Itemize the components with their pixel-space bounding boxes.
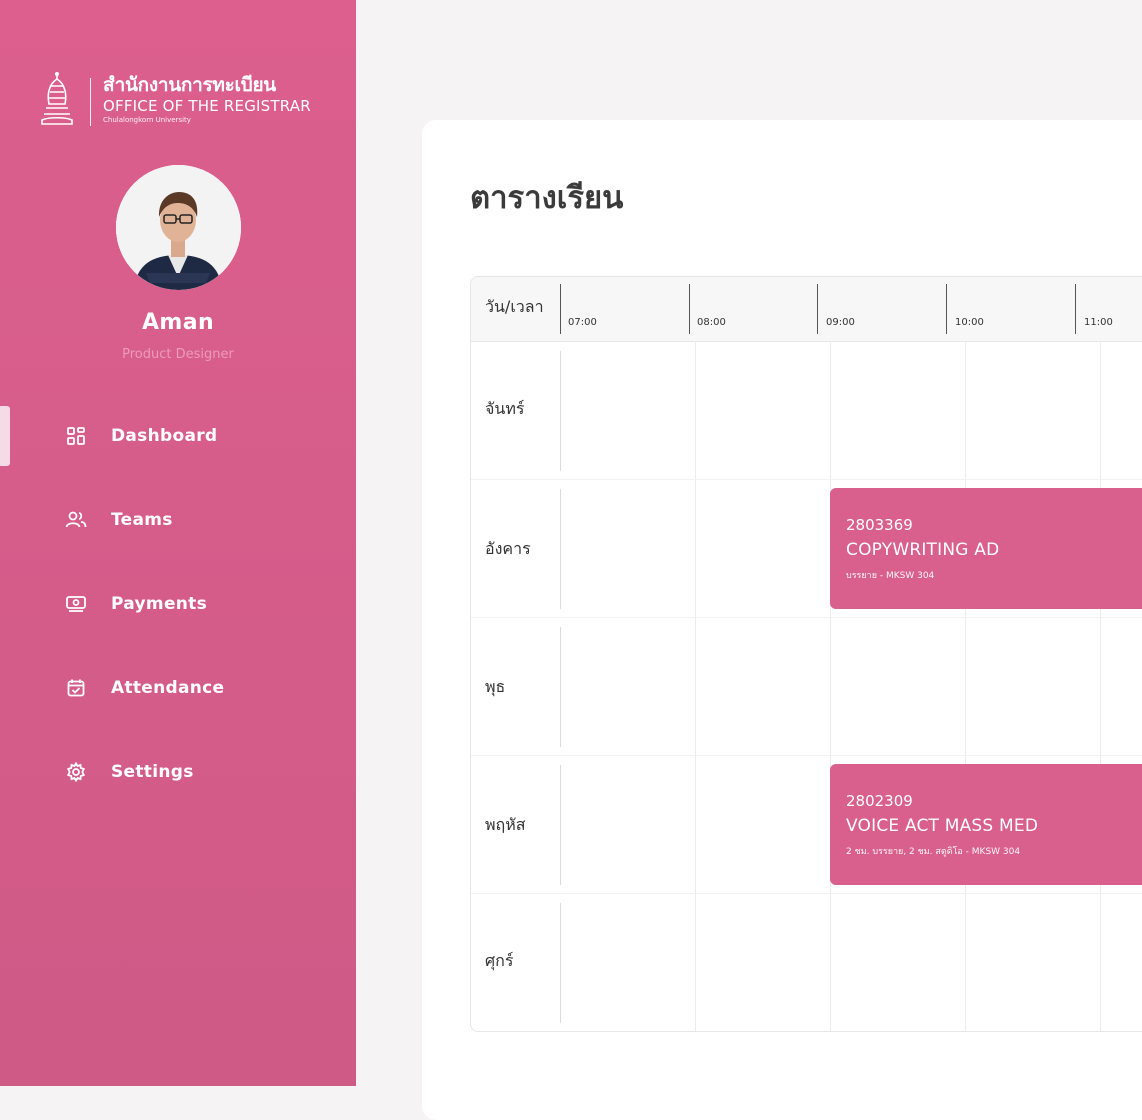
avatar[interactable] [116,165,241,290]
class-event-card[interactable]: 2803369 COPYWRITING AD บรรยาย - MKSW 304 [830,488,1142,609]
time-label-1000: 10:00 [955,317,984,328]
active-nav-marker [0,406,10,466]
sidebar-item-teams[interactable]: Teams [64,504,324,536]
payments-icon [64,592,88,616]
day-label-tuesday: อังคาร [485,539,531,558]
day-label-thursday: พฤหัส [485,815,526,834]
course-detail: 2 ชม. บรรยาย, 2 ชม. สตูดิโอ - MKSW 304 [846,847,1021,857]
time-label-1100: 11:00 [1084,317,1113,328]
row-separator [471,893,1142,894]
university-seal-icon [41,72,73,125]
sidebar-item-payments[interactable]: Payments [64,588,324,620]
brand-logo[interactable]: สำนักงานการทะเบียน OFFICE OF THE REGISTR… [38,70,311,130]
grid-line [1100,341,1101,1031]
brand-english-name: OFFICE OF THE REGISTRAR [103,97,311,115]
attendance-icon [64,676,88,700]
profile-name: Aman [141,310,215,335]
sidebar-item-label: Dashboard [111,426,218,446]
grid-line [560,489,561,609]
sidebar-item-settings[interactable]: Settings [64,756,324,788]
time-tick [689,284,690,334]
time-tick [946,284,947,334]
grid-line [695,341,696,1031]
grid-line [560,351,561,471]
brand-university: Chulalongkorn University [103,116,191,124]
grid-line [965,341,966,1031]
day-label-wednesday: พุธ [485,677,506,696]
course-detail: บรรยาย - MKSW 304 [846,571,935,581]
brand-divider [90,78,91,126]
time-tick [817,284,818,334]
grid-line [560,627,561,747]
sidebar-item-label: Attendance [111,678,225,698]
time-tick [1075,284,1076,334]
settings-icon [64,760,88,784]
sidebar-item-dashboard[interactable]: Dashboard [64,420,324,452]
time-label-0700: 07:00 [568,317,597,328]
page-title: ตารางเรียน [470,180,624,216]
course-title: VOICE ACT MASS MED [846,816,1039,836]
brand-thai-name: สำนักงานการทะเบียน [103,74,276,96]
course-code: 2803369 [846,516,913,534]
grid-line [560,903,561,1023]
sidebar-item-label: Teams [111,510,173,530]
row-separator [471,617,1142,618]
teams-icon [64,508,88,532]
time-tick [560,284,561,334]
grid-line [560,765,561,885]
sidebar-item-label: Payments [111,594,208,614]
time-label-0900: 09:00 [826,317,855,328]
profile-role: Product Designer [122,347,234,362]
day-label-friday: ศุกร์ [485,951,514,970]
grid-line [830,341,831,1031]
row-separator [471,479,1142,480]
schedule-table: วัน/เวลา 07:00 08:00 09:00 10:00 11:00 จ… [470,276,1142,1032]
avatar-photo [116,165,241,290]
row-separator [471,755,1142,756]
time-label-0800: 08:00 [697,317,726,328]
course-code: 2802309 [846,792,913,810]
sidebar-item-attendance[interactable]: Attendance [64,672,324,704]
day-label-monday: จันทร์ [485,399,525,418]
schedule-header: วัน/เวลา 07:00 08:00 09:00 10:00 11:00 [471,277,1142,342]
sidebar-item-label: Settings [111,762,194,782]
day-time-header: วัน/เวลา [485,297,544,316]
dashboard-icon [64,424,88,448]
course-title: COPYWRITING AD [846,540,1000,560]
class-event-card[interactable]: 2802309 VOICE ACT MASS MED 2 ชม. บรรยาย,… [830,764,1142,885]
sidebar: สำนักงานการทะเบียน OFFICE OF THE REGISTR… [0,0,356,1086]
